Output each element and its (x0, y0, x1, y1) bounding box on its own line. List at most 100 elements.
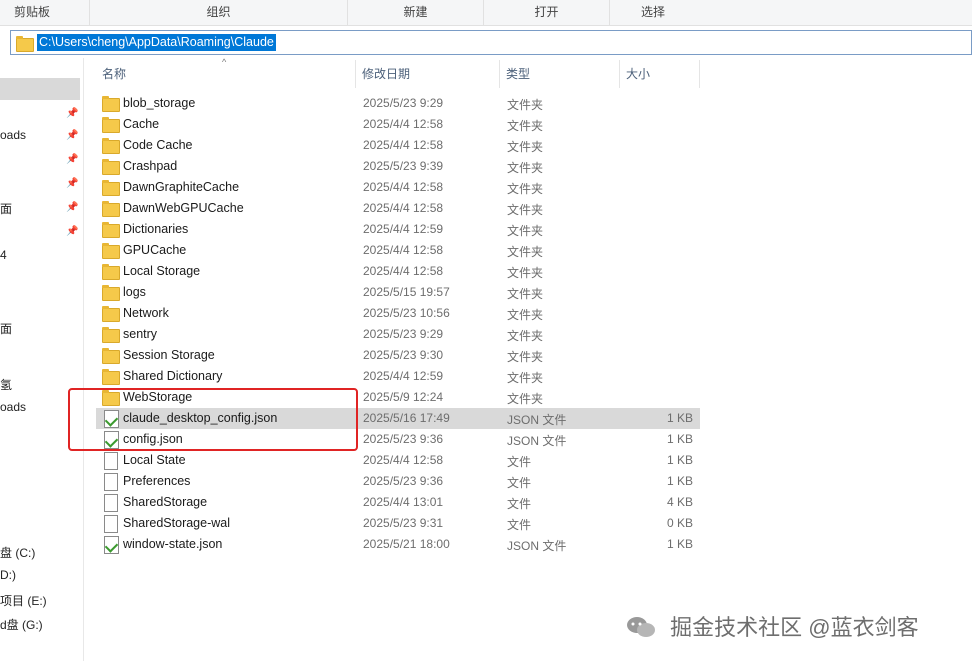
file-size: 1 KB (666, 474, 693, 488)
file-row[interactable]: claude_desktop_config.json 2025/5/16 17:4… (96, 408, 700, 429)
file-type: 文件夹 (507, 329, 544, 343)
file-row[interactable]: Crashpad 2025/5/23 9:39 文件夹 (96, 156, 700, 177)
folder-icon (102, 116, 120, 133)
watermark-text: 掘金技术社区 @蓝衣剑客 (670, 615, 919, 640)
file-row[interactable]: blob_storage 2025/5/23 9:29 文件夹 (96, 93, 700, 114)
nav-item-drive-e[interactable]: 项目 (E:) (0, 592, 47, 609)
pin-icon[interactable]: 📌 (66, 154, 78, 165)
wechat-icon (627, 617, 655, 637)
file-row[interactable]: Cache 2025/4/4 12:58 文件夹 (96, 114, 700, 135)
file-date: 2025/4/4 12:59 (363, 369, 444, 383)
file-row[interactable]: window-state.json 2025/5/21 18:00 JSON 文件 1… (96, 534, 700, 555)
file-type: 文件夹 (507, 350, 544, 364)
file-row[interactable]: Local Storage 2025/4/4 12:58 文件夹 (96, 261, 700, 282)
nav-item-partial[interactable]: 氢 (0, 376, 12, 393)
pin-icon[interactable]: 📌 (66, 108, 78, 119)
nav-item-downloads[interactable]: oads (0, 128, 26, 142)
file-name: Cache (123, 117, 160, 131)
nav-item-desktop-2[interactable]: 面 (0, 320, 12, 337)
folder-icon (102, 347, 120, 364)
file-date: 2025/4/4 12:58 (363, 264, 444, 278)
file-size: 1 KB (666, 411, 693, 425)
file-type: 文件 (507, 476, 532, 490)
file-size: 0 KB (666, 516, 693, 530)
nav-item-drive-g[interactable]: d盘 (G:) (0, 616, 43, 633)
file-row[interactable]: SharedStorage 2025/4/4 13:01 文件 4 KB (96, 492, 700, 513)
json-file-icon (102, 431, 119, 449)
file-date: 2025/5/15 19:57 (363, 285, 450, 299)
file-row[interactable]: Network 2025/5/23 10:56 文件夹 (96, 303, 700, 324)
file-type: 文件夹 (507, 371, 544, 385)
folder-icon (102, 137, 120, 154)
nav-item-drive-d[interactable]: D:) (0, 568, 16, 582)
file-name: Local Storage (123, 264, 201, 278)
ribbon-group-new: 新建 (348, 0, 484, 26)
nav-selected-item[interactable] (0, 78, 80, 100)
file-row[interactable]: Local State 2025/4/4 12:58 文件 1 KB (96, 450, 700, 471)
column-header-name[interactable]: 名称 (98, 60, 356, 88)
file-row[interactable]: GPUCache 2025/4/4 12:58 文件夹 (96, 240, 700, 261)
ribbon-group-select: 选择 (640, 5, 665, 19)
pin-icon[interactable]: 📌 (66, 130, 78, 141)
file-name: Network (123, 306, 169, 320)
file-type: 文件 (507, 455, 532, 469)
file-list[interactable]: blob_storage 2025/5/23 9:29 文件夹 Cache 2025/4… (96, 93, 700, 555)
file-name: logs (123, 285, 146, 299)
file-type: JSON 文件 (507, 539, 567, 553)
file-type: 文件 (507, 518, 532, 532)
file-date: 2025/4/4 12:58 (363, 453, 444, 467)
file-name: WebStorage (123, 390, 193, 404)
file-name: DawnGraphiteCache (123, 180, 240, 194)
file-size: 1 KB (666, 453, 693, 467)
file-row[interactable]: Code Cache 2025/4/4 12:58 文件夹 (96, 135, 700, 156)
file-type: 文件夹 (507, 203, 544, 217)
ribbon-group-organize: 组织 (90, 0, 348, 26)
nav-item-desktop[interactable]: 面 (0, 200, 12, 217)
address-path-selected[interactable]: C:\Users\cheng\AppData\Roaming\Claude (37, 34, 276, 51)
nav-item-drive-c[interactable]: 盘 (C:) (0, 544, 35, 561)
file-row[interactable]: logs 2025/5/15 19:57 文件夹 (96, 282, 700, 303)
folder-icon (102, 263, 120, 280)
file-name: Dictionaries (123, 222, 189, 236)
nav-item-4[interactable]: 4 (0, 248, 7, 262)
column-header-size[interactable]: 大小 (622, 60, 700, 88)
file-row[interactable]: SharedStorage-wal 2025/5/23 9:31 文件 0 KB (96, 513, 700, 534)
file-type: 文件夹 (507, 308, 544, 322)
file-type: 文件夹 (507, 98, 544, 112)
pin-icon[interactable]: 📌 (66, 226, 78, 237)
file-type: 文件夹 (507, 224, 544, 238)
file-row[interactable]: Preferences 2025/5/23 9:36 文件 1 KB (96, 471, 700, 492)
file-row[interactable]: DawnWebGPUCache 2025/4/4 12:58 文件夹 (96, 198, 700, 219)
file-type: 文件夹 (507, 161, 544, 175)
file-name: SharedStorage (123, 495, 208, 509)
folder-icon (102, 305, 120, 322)
nav-item-downloads-2[interactable]: oads (0, 400, 26, 414)
file-row[interactable]: DawnGraphiteCache 2025/4/4 12:58 文件夹 (96, 177, 700, 198)
address-bar[interactable]: C:\Users\cheng\AppData\Roaming\Claude (10, 30, 972, 55)
folder-icon (102, 326, 120, 343)
file-date: 2025/4/4 12:58 (363, 180, 444, 194)
file-size: 1 KB (666, 432, 693, 446)
file-row[interactable]: WebStorage 2025/5/9 12:24 文件夹 (96, 387, 700, 408)
file-row[interactable]: Dictionaries 2025/4/4 12:59 文件夹 (96, 219, 700, 240)
file-type: 文件夹 (507, 119, 544, 133)
file-row[interactable]: Shared Dictionary 2025/4/4 12:59 文件夹 (96, 366, 700, 387)
file-name: Local State (123, 453, 186, 467)
navigation-pane[interactable]: 📌 oads 📌 📌 📌 面 📌 📌 4 面 氢 oads 盘 (C:) D:)… (0, 58, 84, 661)
json-file-icon (102, 410, 119, 428)
pin-icon[interactable]: 📌 (66, 202, 78, 213)
file-row[interactable]: sentry 2025/5/23 9:29 文件夹 (96, 324, 700, 345)
folder-icon (102, 179, 120, 196)
file-icon (102, 452, 118, 470)
column-header-date[interactable]: 修改日期 (358, 60, 500, 88)
file-row[interactable]: Session Storage 2025/5/23 9:30 文件夹 (96, 345, 700, 366)
file-type: JSON 文件 (507, 413, 567, 427)
column-header-type[interactable]: 类型 (502, 60, 620, 88)
file-date: 2025/5/23 9:29 (363, 96, 444, 110)
file-type: 文件夹 (507, 245, 544, 259)
file-type: JSON 文件 (507, 434, 567, 448)
file-date: 2025/4/4 12:58 (363, 243, 444, 257)
pin-icon[interactable]: 📌 (66, 178, 78, 189)
file-row[interactable]: config.json 2025/5/23 9:36 JSON 文件 1 KB (96, 429, 700, 450)
file-name: DawnWebGPUCache (123, 201, 244, 215)
